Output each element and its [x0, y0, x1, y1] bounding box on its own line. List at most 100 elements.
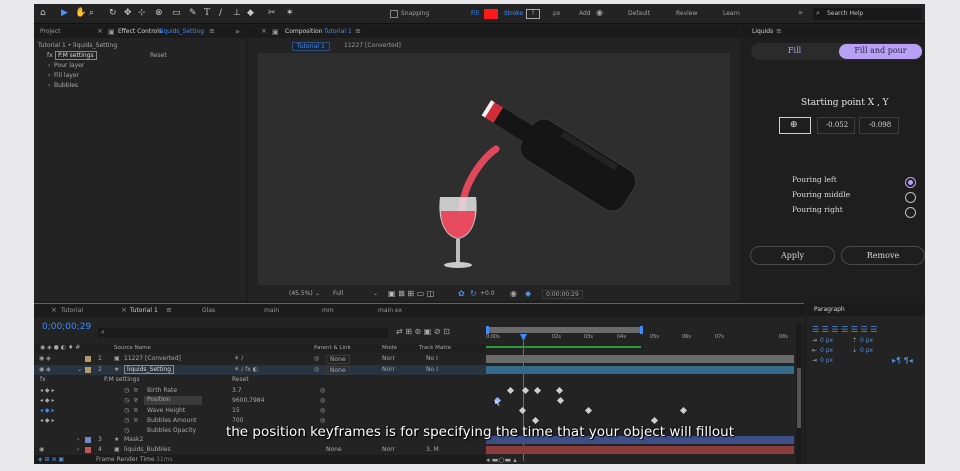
- exposure-value[interactable]: +0.0: [480, 290, 495, 297]
- snapping-checkbox[interactable]: [390, 10, 398, 18]
- tab-fill-and-pour[interactable]: Fill and pour: [839, 44, 922, 59]
- keyframe-nav-icon[interactable]: ◂ ◆ ▸: [40, 387, 54, 394]
- indent-first-value[interactable]: 0 px: [820, 347, 833, 354]
- keyframe[interactable]: [650, 416, 659, 425]
- close-icon[interactable]: ×: [97, 27, 103, 35]
- effect-name[interactable]: P.M settings: [55, 51, 97, 60]
- parent-select[interactable]: None: [326, 446, 342, 453]
- layer-row-1[interactable]: ◉ ◈ 1 ▣ 11227 [Converted] ⚘ ∕ ◎ None Nor…: [34, 354, 489, 364]
- tab-main[interactable]: main: [264, 307, 279, 314]
- expression-pick-whip-icon[interactable]: ◎: [320, 417, 325, 424]
- region-of-interest-icon[interactable]: ▣ ⊠ ⊞ ▭ ◫: [388, 289, 434, 298]
- zoom-slider[interactable]: ◂ ▬○▬ ▴: [486, 456, 517, 464]
- add-label[interactable]: Add: [579, 10, 591, 17]
- space-after-value[interactable]: 0 px: [860, 347, 873, 354]
- effect-reset-link[interactable]: Reset: [150, 52, 167, 59]
- panel-menu-icon[interactable]: ≡: [209, 27, 215, 35]
- column-source-name[interactable]: Source Name: [114, 345, 151, 351]
- group-fill-layer[interactable]: Fill layer: [54, 72, 79, 79]
- mode-select[interactable]: Norr: [382, 366, 395, 373]
- chevron-right-icon[interactable]: ›: [77, 446, 79, 453]
- chevron-down-icon[interactable]: ⌄: [77, 366, 82, 373]
- chevron-down-icon[interactable]: ⌄: [373, 290, 378, 297]
- keyframe-nav-icon[interactable]: ◂ ◆ ▸: [40, 407, 54, 414]
- column-mode[interactable]: Mode: [382, 345, 397, 351]
- workspace-learn[interactable]: Learn: [723, 10, 740, 17]
- timeline-scrollbar[interactable]: [796, 324, 802, 464]
- parent-pick-whip-icon[interactable]: ◎: [314, 355, 319, 362]
- quality-select[interactable]: Full: [333, 290, 343, 297]
- exposure-icon[interactable]: ↻: [470, 289, 477, 298]
- work-area-end[interactable]: [640, 326, 643, 334]
- chevron-right-icon[interactable]: ›: [48, 82, 50, 89]
- timeline-timecode[interactable]: 0;00;00;29: [42, 322, 91, 332]
- x-value-field[interactable]: -0.052: [817, 117, 855, 134]
- keyframe[interactable]: [506, 386, 515, 395]
- hand-tool-icon[interactable]: ✋: [75, 8, 86, 18]
- panel-menu-icon[interactable]: ≡: [776, 27, 782, 35]
- switches-icon[interactable]: ⚘ ∕: [234, 355, 243, 362]
- layer-name[interactable]: liquids_Bubbles: [124, 446, 171, 453]
- group-bubbles[interactable]: Bubbles: [54, 82, 78, 89]
- property-row-birth-rate[interactable]: ◂ ◆ ▸ ◷ ⊵ Birth Rate 3.7 ◎: [34, 386, 489, 396]
- zoom-level[interactable]: (45.5%): [289, 290, 313, 297]
- property-value[interactable]: 700: [232, 417, 243, 424]
- keyframe-nav-icon[interactable]: ◂ ◆ ▸: [40, 417, 54, 424]
- layer-bar-1[interactable]: [486, 355, 794, 363]
- layer-row-4[interactable]: ◉ › 4 ▣ liquids_Bubbles None Norr 3. M: [34, 445, 489, 455]
- column-parent-link[interactable]: Parent & Link: [314, 345, 351, 351]
- stopwatch-icon[interactable]: ◷: [124, 417, 129, 424]
- layer-bar-2[interactable]: [486, 366, 794, 374]
- eraser-tool-icon[interactable]: ◆: [247, 8, 254, 18]
- puppet-pin-tool-icon[interactable]: ✶: [286, 8, 294, 18]
- chevron-right-icon[interactable]: ›: [48, 72, 50, 79]
- layer-row-2[interactable]: ◉ ◈ ⌄ 2 ★ liquids_Setting ⚘ ∕ fx ◐ ◎ Non…: [34, 365, 489, 375]
- align-buttons-icon[interactable]: ☰ ☰ ☰ ☰ ☰ ☰ ☰: [812, 325, 877, 334]
- panel-menu-icon[interactable]: ≡: [355, 27, 361, 35]
- property-row-position[interactable]: ◂ ◆ ▸ ◷ ⊵ Position 9600,7984 ◎: [34, 396, 489, 406]
- workspace-review[interactable]: Review: [676, 10, 697, 17]
- brush-tool-icon[interactable]: ∕: [219, 8, 222, 18]
- parent-select[interactable]: None: [326, 355, 350, 364]
- expression-pick-whip-icon[interactable]: ◎: [320, 407, 325, 414]
- chevron-right-icon[interactable]: ›: [48, 62, 50, 69]
- indent-right-value[interactable]: 0 px: [820, 357, 833, 364]
- type-tool-icon[interactable]: T: [204, 8, 210, 18]
- keyframe-nav-icon[interactable]: ◂ ◆ ▸: [40, 397, 54, 404]
- work-area-bar[interactable]: [486, 327, 641, 333]
- color-channel-icon[interactable]: ✿: [458, 289, 465, 298]
- composition-tab-name[interactable]: Tutorial 1: [324, 28, 352, 35]
- close-icon[interactable]: ×: [51, 306, 57, 314]
- property-value[interactable]: 15: [232, 407, 240, 414]
- anchor-tool-icon[interactable]: ⊗: [155, 8, 163, 18]
- apply-button[interactable]: Apply: [750, 246, 835, 265]
- property-value[interactable]: 3.7: [232, 387, 242, 394]
- property-value[interactable]: 9600,7984: [232, 397, 264, 404]
- close-icon[interactable]: ×: [121, 306, 127, 314]
- workspace-default[interactable]: Default: [628, 10, 650, 17]
- pan-behind-tool-icon[interactable]: ⊹: [138, 8, 146, 18]
- timeline-footer-icons[interactable]: ◈ ⊞ ⊛ ▣: [38, 456, 64, 463]
- stopwatch-icon[interactable]: ◷: [124, 387, 129, 394]
- clone-stamp-tool-icon[interactable]: ⊥: [233, 8, 241, 18]
- camera-tool-icon[interactable]: ✥: [124, 8, 132, 18]
- tab-effect-controls[interactable]: Effect Controls: [118, 28, 162, 35]
- remove-button[interactable]: Remove: [841, 246, 925, 265]
- keyframe[interactable]: [518, 406, 527, 415]
- tab-tutorial[interactable]: Tutorial: [61, 307, 83, 314]
- track-matte-select[interactable]: No I: [426, 355, 438, 362]
- lock-icon[interactable]: ▣: [108, 28, 115, 36]
- add-icon[interactable]: ◉: [596, 8, 603, 17]
- tab-11227-converted[interactable]: 11227 [Converted]: [344, 42, 401, 49]
- panel-menu-icon[interactable]: ≡: [166, 306, 172, 314]
- column-track-matte[interactable]: Track Matte: [419, 345, 451, 351]
- text-direction-icon[interactable]: ▸¶ ¶◂: [892, 356, 913, 365]
- keyframe[interactable]: [555, 386, 564, 395]
- pouring-middle-radio[interactable]: [905, 192, 916, 203]
- fill-color-swatch[interactable]: [484, 9, 498, 19]
- tab-main-ex[interactable]: main ex: [378, 307, 402, 314]
- roto-brush-tool-icon[interactable]: ✂: [268, 8, 276, 18]
- parent-select[interactable]: None: [326, 366, 350, 375]
- work-area-start[interactable]: [486, 326, 489, 334]
- snapshot-camera-icon[interactable]: ◉: [510, 289, 517, 298]
